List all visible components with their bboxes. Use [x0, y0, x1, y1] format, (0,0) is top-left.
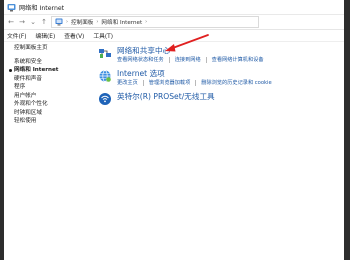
sidebar-item-home[interactable]: 控制面板主页 [14, 44, 92, 53]
content-area: 控制面板主页 系统和安全 网络和 Internet 硬件和声音 程序 用户帐户 … [4, 40, 344, 260]
sidebar-item-clock-region[interactable]: 时钟和区域 [14, 109, 92, 118]
breadcrumb-control-panel[interactable]: 控制面板 [71, 18, 93, 26]
view-network-status-link[interactable]: 查看网络状态和任务 [117, 56, 164, 63]
sidebar-item-programs[interactable]: 程序 [14, 83, 92, 92]
network-sharing-icon [99, 49, 111, 58]
menu-file[interactable]: 文件(F) [7, 31, 26, 40]
internet-options-link[interactable]: Internet 选项 [117, 69, 272, 78]
link-separator [205, 56, 207, 63]
menu-view[interactable]: 查看(V) [64, 31, 84, 40]
internet-options-icon [99, 70, 111, 82]
menu-tools[interactable]: 工具(T) [93, 31, 113, 40]
breadcrumb-separator: › [145, 19, 148, 25]
manage-addons-link[interactable]: 管理浏览器加载项 [149, 79, 191, 86]
delete-history-link[interactable]: 删除浏览的历史记录和 cookie [201, 79, 271, 86]
intel-wireless-icon [99, 93, 111, 105]
link-separator [195, 79, 197, 86]
view-network-computers-link[interactable]: 查看网络计算机和设备 [212, 56, 264, 63]
address-box[interactable]: › 控制面板 › 网络和 Internet › [51, 16, 259, 28]
address-bar: ← → ⌄ ↑ › 控制面板 › 网络和 Internet › [4, 15, 344, 30]
link-separator [168, 56, 170, 63]
breadcrumb-separator: › [66, 19, 68, 25]
forward-button[interactable]: → [18, 17, 26, 27]
category-network-sharing: 网络和共享中心 查看网络状态和任务 连接到网络 查看网络计算机和设备 [98, 46, 334, 63]
breadcrumb-network-internet[interactable]: 网络和 Internet [101, 18, 142, 26]
connect-to-network-link[interactable]: 连接到网络 [175, 56, 201, 63]
sidebar-item-system-security[interactable]: 系统和安全 [14, 58, 92, 67]
category-list: 网络和共享中心 查看网络状态和任务 连接到网络 查看网络计算机和设备 Inter… [98, 46, 334, 112]
back-button[interactable]: ← [7, 17, 15, 27]
sidebar-item-network-internet: 网络和 Internet [9, 66, 92, 75]
annotation-arrow-icon [165, 34, 209, 52]
change-homepage-link[interactable]: 更改主页 [117, 79, 138, 86]
window-title: 网络和 Internet [19, 4, 65, 12]
breadcrumb-separator: › [96, 19, 99, 25]
control-panel-window: 网络和 Internet ← → ⌄ ↑ › 控制面板 › 网络和 Intern… [4, 0, 344, 260]
desktop-edge-right [344, 0, 350, 260]
sidebar-item-ease-of-access[interactable]: 轻松使用 [14, 117, 92, 126]
up-button[interactable]: ↑ [40, 17, 48, 27]
category-intel-wireless: 英特尔(R) PROSet/无线工具 [98, 92, 334, 106]
control-panel-icon [55, 18, 63, 26]
menu-edit[interactable]: 编辑(E) [35, 31, 55, 40]
title-bar: 网络和 Internet [4, 0, 344, 15]
network-internet-icon [7, 3, 16, 11]
sidebar-item-user-accounts[interactable]: 用户帐户 [14, 92, 92, 101]
category-internet-options: Internet 选项 更改主页 管理浏览器加载项 删除浏览的历史记录和 coo… [98, 69, 334, 86]
sidebar-item-appearance[interactable]: 外观和个性化 [14, 100, 92, 109]
sidebar: 控制面板主页 系统和安全 网络和 Internet 硬件和声音 程序 用户帐户 … [9, 44, 92, 126]
sidebar-item-hardware-sound[interactable]: 硬件和声音 [14, 75, 92, 84]
intel-proset-link[interactable]: 英特尔(R) PROSet/无线工具 [117, 92, 215, 101]
recent-locations-button[interactable]: ⌄ [29, 17, 37, 27]
link-separator [142, 79, 144, 86]
